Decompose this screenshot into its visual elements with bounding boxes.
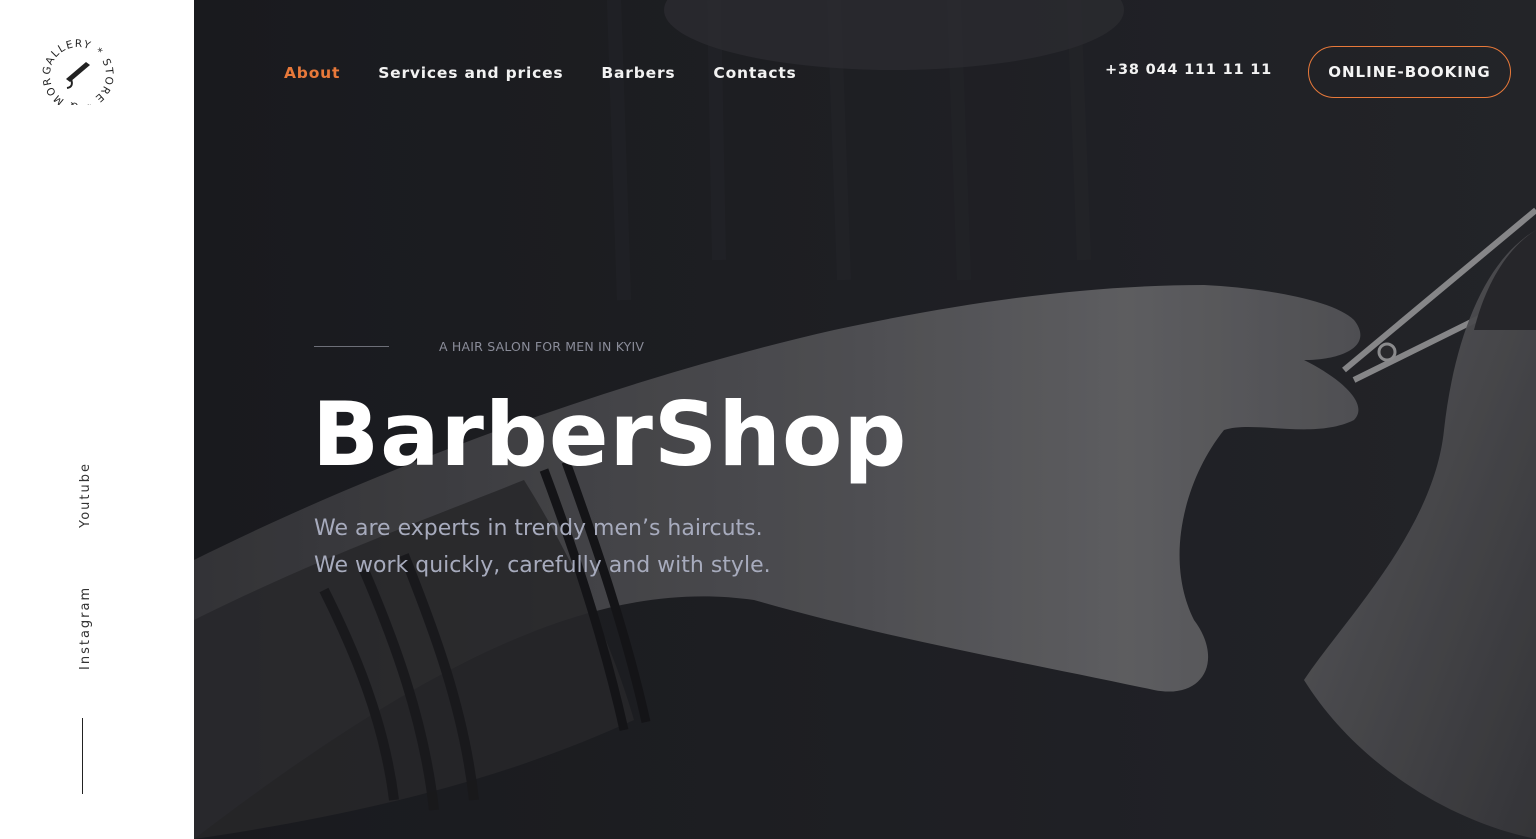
logo-badge: GALLERY * STORE * & MORE * [26,26,115,112]
hero-subtitle-line-2: We work quickly, carefully and with styl… [314,553,771,578]
nav-item-services-and-prices[interactable]: Services and prices [378,64,563,82]
logo-text: GALLERY * STORE * & MORE * [26,26,114,112]
hero-section: About Services and prices Barbers Contac… [194,0,1536,839]
hero-subtitle-line-1: We are experts in trendy men’s haircuts. [314,516,763,541]
instagram-link[interactable]: Instagram [78,586,93,670]
svg-text:GALLERY * STORE * & MORE *: GALLERY * STORE * & MORE * [30,35,115,105]
nav-item-contacts[interactable]: Contacts [713,64,796,82]
hero-title: BarberShop [312,383,908,486]
sidebar-divider [82,718,83,794]
youtube-link[interactable]: Youtube [78,462,93,528]
online-booking-button[interactable]: ONLINE-BOOKING [1308,46,1511,98]
logo[interactable]: GALLERY * STORE * & MORE * [26,26,130,112]
sidebar: GALLERY * STORE * & MORE * Youtube Insta… [0,0,194,839]
eyebrow-divider [314,346,389,347]
nav-item-about[interactable]: About [284,64,340,82]
phone-number[interactable]: +38 044 111 11 11 [1105,62,1272,78]
nav-item-barbers[interactable]: Barbers [601,64,675,82]
razor-icon [66,62,90,89]
hero-eyebrow: A HAIR SALON FOR MEN IN KYIV [439,339,645,354]
main-nav: About Services and prices Barbers Contac… [284,64,835,82]
